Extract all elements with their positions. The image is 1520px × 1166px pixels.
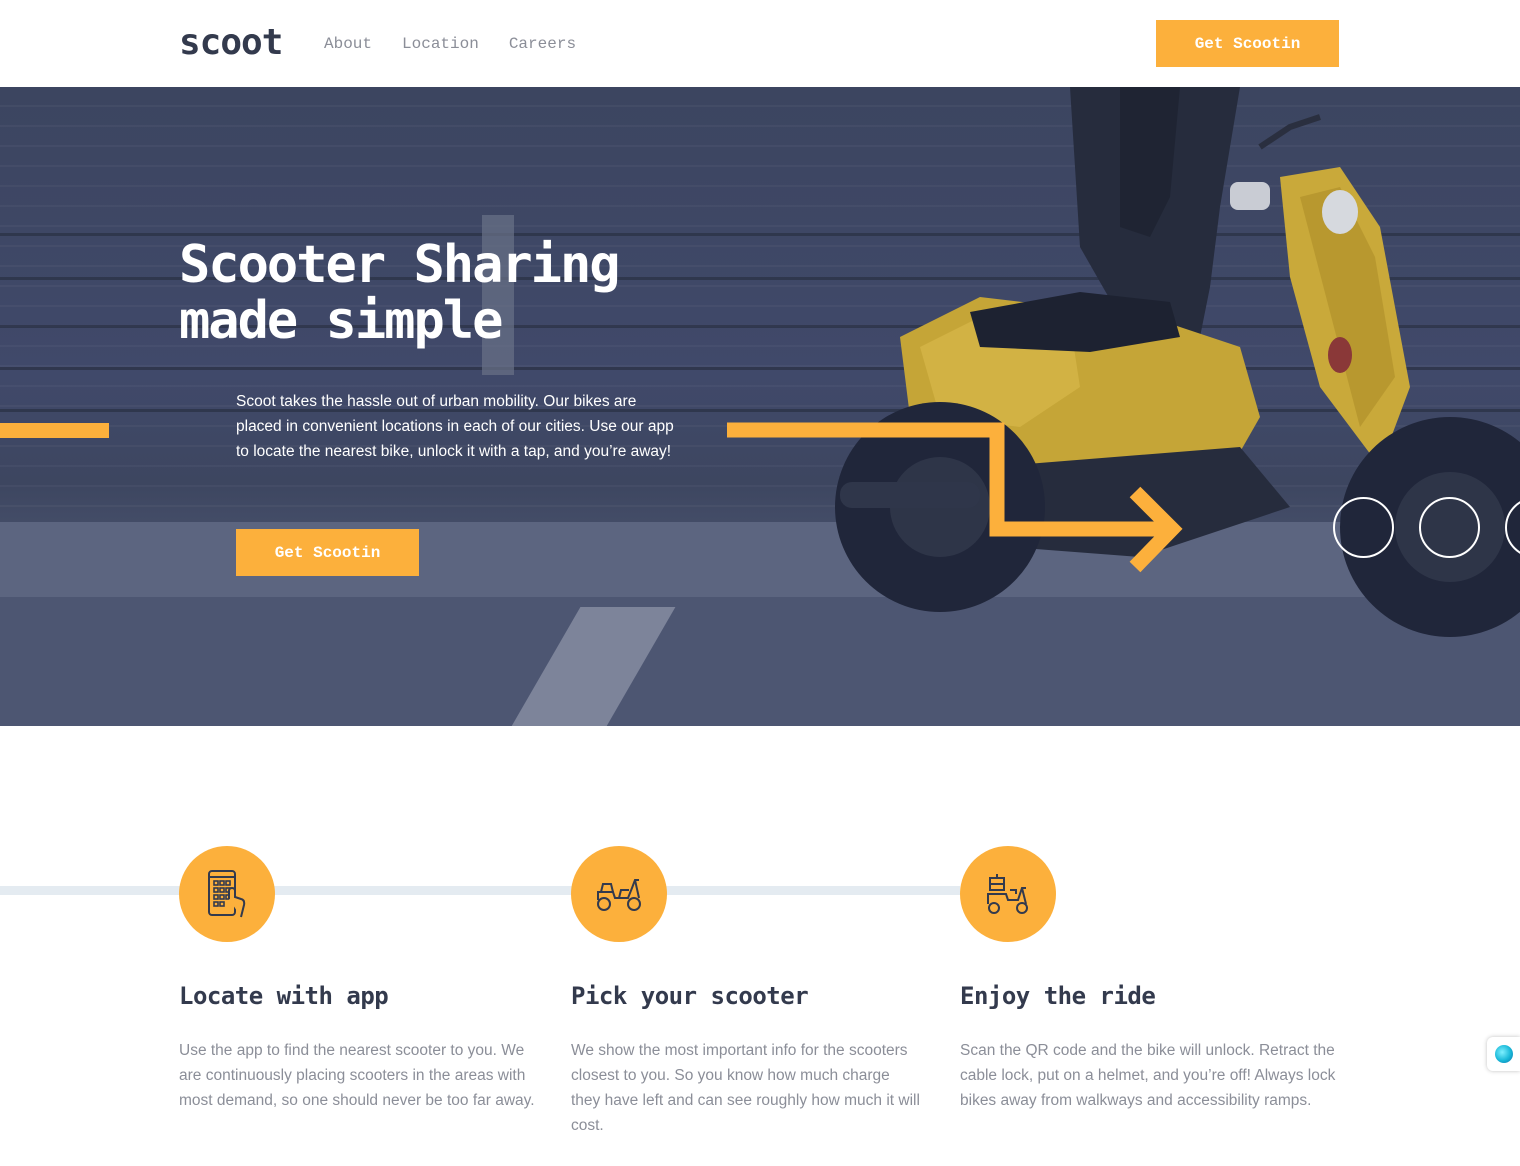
decorative-arrow-icon bbox=[727, 422, 1183, 573]
step-title: Enjoy the ride bbox=[960, 982, 1156, 1010]
step-description: Use the app to find the nearest scooter … bbox=[179, 1042, 535, 1109]
step-title: Locate with app bbox=[179, 982, 389, 1010]
step-title: Pick your scooter bbox=[571, 982, 809, 1010]
main-nav: About Location Careers bbox=[324, 33, 606, 55]
hero-description: Scoot takes the hassle out of urban mobi… bbox=[236, 393, 674, 460]
decorative-circle bbox=[1333, 497, 1394, 558]
step-pick: Pick your scooter We show the most impor… bbox=[571, 846, 921, 1138]
step-icon-circle bbox=[179, 846, 275, 942]
step-icon-circle bbox=[571, 846, 667, 942]
hero-scooter-image bbox=[835, 87, 1520, 637]
phone-app-icon bbox=[208, 870, 246, 918]
header-get-scootin-button[interactable]: Get Scootin bbox=[1156, 20, 1339, 67]
nav-link-location[interactable]: Location bbox=[402, 33, 479, 55]
step-description: Scan the QR code and the bike will unloc… bbox=[960, 1042, 1336, 1109]
nav-link-about[interactable]: About bbox=[324, 33, 372, 55]
decorative-circle bbox=[1419, 497, 1480, 558]
step-enjoy: Enjoy the ride Scan the QR code and the … bbox=[960, 846, 1340, 1113]
assistant-orb-icon bbox=[1494, 1045, 1513, 1063]
scooter-icon bbox=[597, 879, 641, 911]
delivery-scooter-icon bbox=[987, 874, 1028, 914]
step-locate: Locate with app Use the app to find the … bbox=[179, 846, 549, 1113]
floating-assistant-widget[interactable] bbox=[1487, 1037, 1520, 1071]
hero-title: Scooter Sharing made simple bbox=[179, 235, 621, 351]
step-icon-circle bbox=[960, 846, 1056, 942]
hero-get-scootin-button[interactable]: Get Scootin bbox=[236, 529, 419, 576]
decorative-orange-line bbox=[0, 423, 109, 438]
site-header: scoot About Location Careers Get Scootin bbox=[0, 0, 1520, 87]
nav-link-careers[interactable]: Careers bbox=[509, 33, 576, 55]
scoot-logo[interactable]: scoot bbox=[179, 20, 283, 66]
step-description: We show the most important info for the … bbox=[571, 1042, 920, 1134]
hero-section: Scooter Sharing made simple Scoot takes … bbox=[0, 87, 1520, 726]
